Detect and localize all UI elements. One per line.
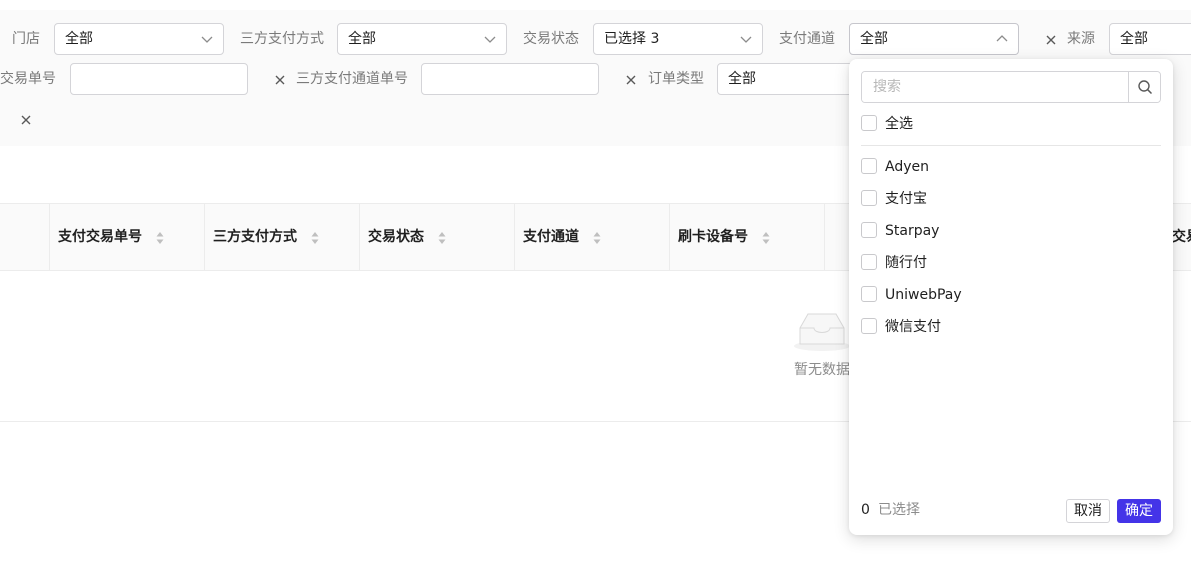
store-label: 门店 — [12, 31, 40, 47]
third-party-channel-no-label: 三方支付通道单号 — [296, 71, 408, 87]
pay-channel-dropdown: 全选 Adyen 支付宝 Starpay 随行付 UniwebPay 微信支付 … — [849, 59, 1173, 535]
chevron-down-icon — [201, 36, 213, 43]
option-label: 微信支付 — [885, 319, 941, 335]
option-label: 随行付 — [885, 255, 927, 271]
txn-status-value: 已选择 3 — [604, 31, 660, 47]
dropdown-search-input[interactable] — [862, 72, 1130, 102]
pay-channel-value: 全部 — [860, 31, 888, 47]
third-party-channel-no-input[interactable] — [421, 63, 599, 95]
pay-channel-label: 支付通道 — [779, 31, 835, 47]
dropdown-option[interactable]: Starpay — [861, 220, 939, 242]
sort-icon[interactable] — [438, 231, 446, 245]
option-label: 支付宝 — [885, 191, 927, 207]
source-label: 来源 — [1067, 31, 1095, 47]
column-header-pay-channel[interactable]: 支付通道 — [523, 204, 579, 270]
chevron-up-icon — [996, 35, 1008, 42]
column-separator — [204, 204, 205, 270]
column-separator — [824, 204, 825, 270]
dropdown-option[interactable]: 随行付 — [861, 252, 927, 274]
option-label: UniwebPay — [885, 287, 962, 303]
option-checkbox[interactable] — [861, 158, 877, 174]
column-header-card-device-no[interactable]: 刷卡设备号 — [678, 204, 748, 270]
third-party-method-label: 三方支付方式 — [240, 31, 324, 47]
cancel-button[interactable]: 取消 — [1066, 499, 1110, 523]
source-select[interactable]: 全部 — [1109, 23, 1191, 55]
column-header-third-party-method[interactable]: 三方支付方式 — [213, 204, 297, 270]
dropdown-search-button[interactable] — [1128, 72, 1160, 102]
option-checkbox[interactable] — [861, 222, 877, 238]
select-all-label: 全选 — [885, 116, 913, 132]
empty-text: 暂无数据 — [794, 362, 850, 378]
txn-status-label: 交易状态 — [523, 31, 579, 47]
option-label: Starpay — [885, 223, 940, 239]
option-checkbox[interactable] — [861, 254, 877, 270]
column-separator — [514, 204, 515, 270]
order-type-label: 订单类型 — [648, 71, 704, 87]
source-value: 全部 — [1120, 31, 1148, 47]
order-type-value: 全部 — [728, 71, 756, 87]
dropdown-select-all[interactable]: 全选 — [861, 113, 913, 135]
option-checkbox[interactable] — [861, 318, 877, 334]
dropdown-option[interactable]: Adyen — [861, 156, 929, 178]
store-select[interactable]: 全部 — [54, 23, 224, 55]
dropdown-divider — [861, 145, 1161, 146]
option-label: Adyen — [885, 159, 929, 175]
empty-box-icon — [794, 313, 850, 351]
chevron-down-icon — [484, 36, 496, 43]
clear-txn-no-icon[interactable] — [274, 74, 286, 86]
clear-order-type-icon[interactable] — [20, 114, 32, 126]
store-select-value: 全部 — [65, 31, 93, 47]
option-checkbox[interactable] — [861, 286, 877, 302]
sort-icon[interactable] — [156, 231, 164, 245]
sort-icon[interactable] — [593, 231, 601, 245]
selected-count: 0 — [861, 502, 870, 518]
third-party-method-select[interactable]: 全部 — [337, 23, 507, 55]
column-separator — [49, 204, 50, 270]
dropdown-option[interactable]: 微信支付 — [861, 316, 941, 338]
column-separator — [359, 204, 360, 270]
column-separator — [669, 204, 670, 270]
confirm-button[interactable]: 确定 — [1117, 499, 1161, 523]
third-party-method-value: 全部 — [348, 31, 376, 47]
dropdown-option[interactable]: UniwebPay — [861, 284, 962, 306]
search-icon — [1138, 80, 1153, 95]
option-checkbox[interactable] — [861, 190, 877, 206]
dropdown-search — [861, 71, 1161, 103]
column-header-txn[interactable]: 交易 — [1172, 204, 1191, 270]
sort-icon[interactable] — [311, 231, 319, 245]
txn-status-select[interactable]: 已选择 3 — [593, 23, 763, 55]
dropdown-option[interactable]: 支付宝 — [861, 188, 927, 210]
select-all-checkbox[interactable] — [861, 115, 877, 131]
column-header-txn-status[interactable]: 交易状态 — [368, 204, 424, 270]
clear-pay-channel-icon[interactable] — [1045, 34, 1057, 46]
txn-no-label: 交易单号 — [0, 71, 56, 87]
pay-channel-select[interactable]: 全部 — [849, 23, 1019, 55]
clear-third-party-channel-no-icon[interactable] — [625, 74, 637, 86]
txn-no-input[interactable] — [70, 63, 248, 95]
column-header-payment-txn-no[interactable]: 支付交易单号 — [58, 204, 142, 270]
chevron-down-icon — [740, 36, 752, 43]
selected-count-label: 已选择 — [878, 502, 920, 518]
sort-icon[interactable] — [762, 231, 770, 245]
